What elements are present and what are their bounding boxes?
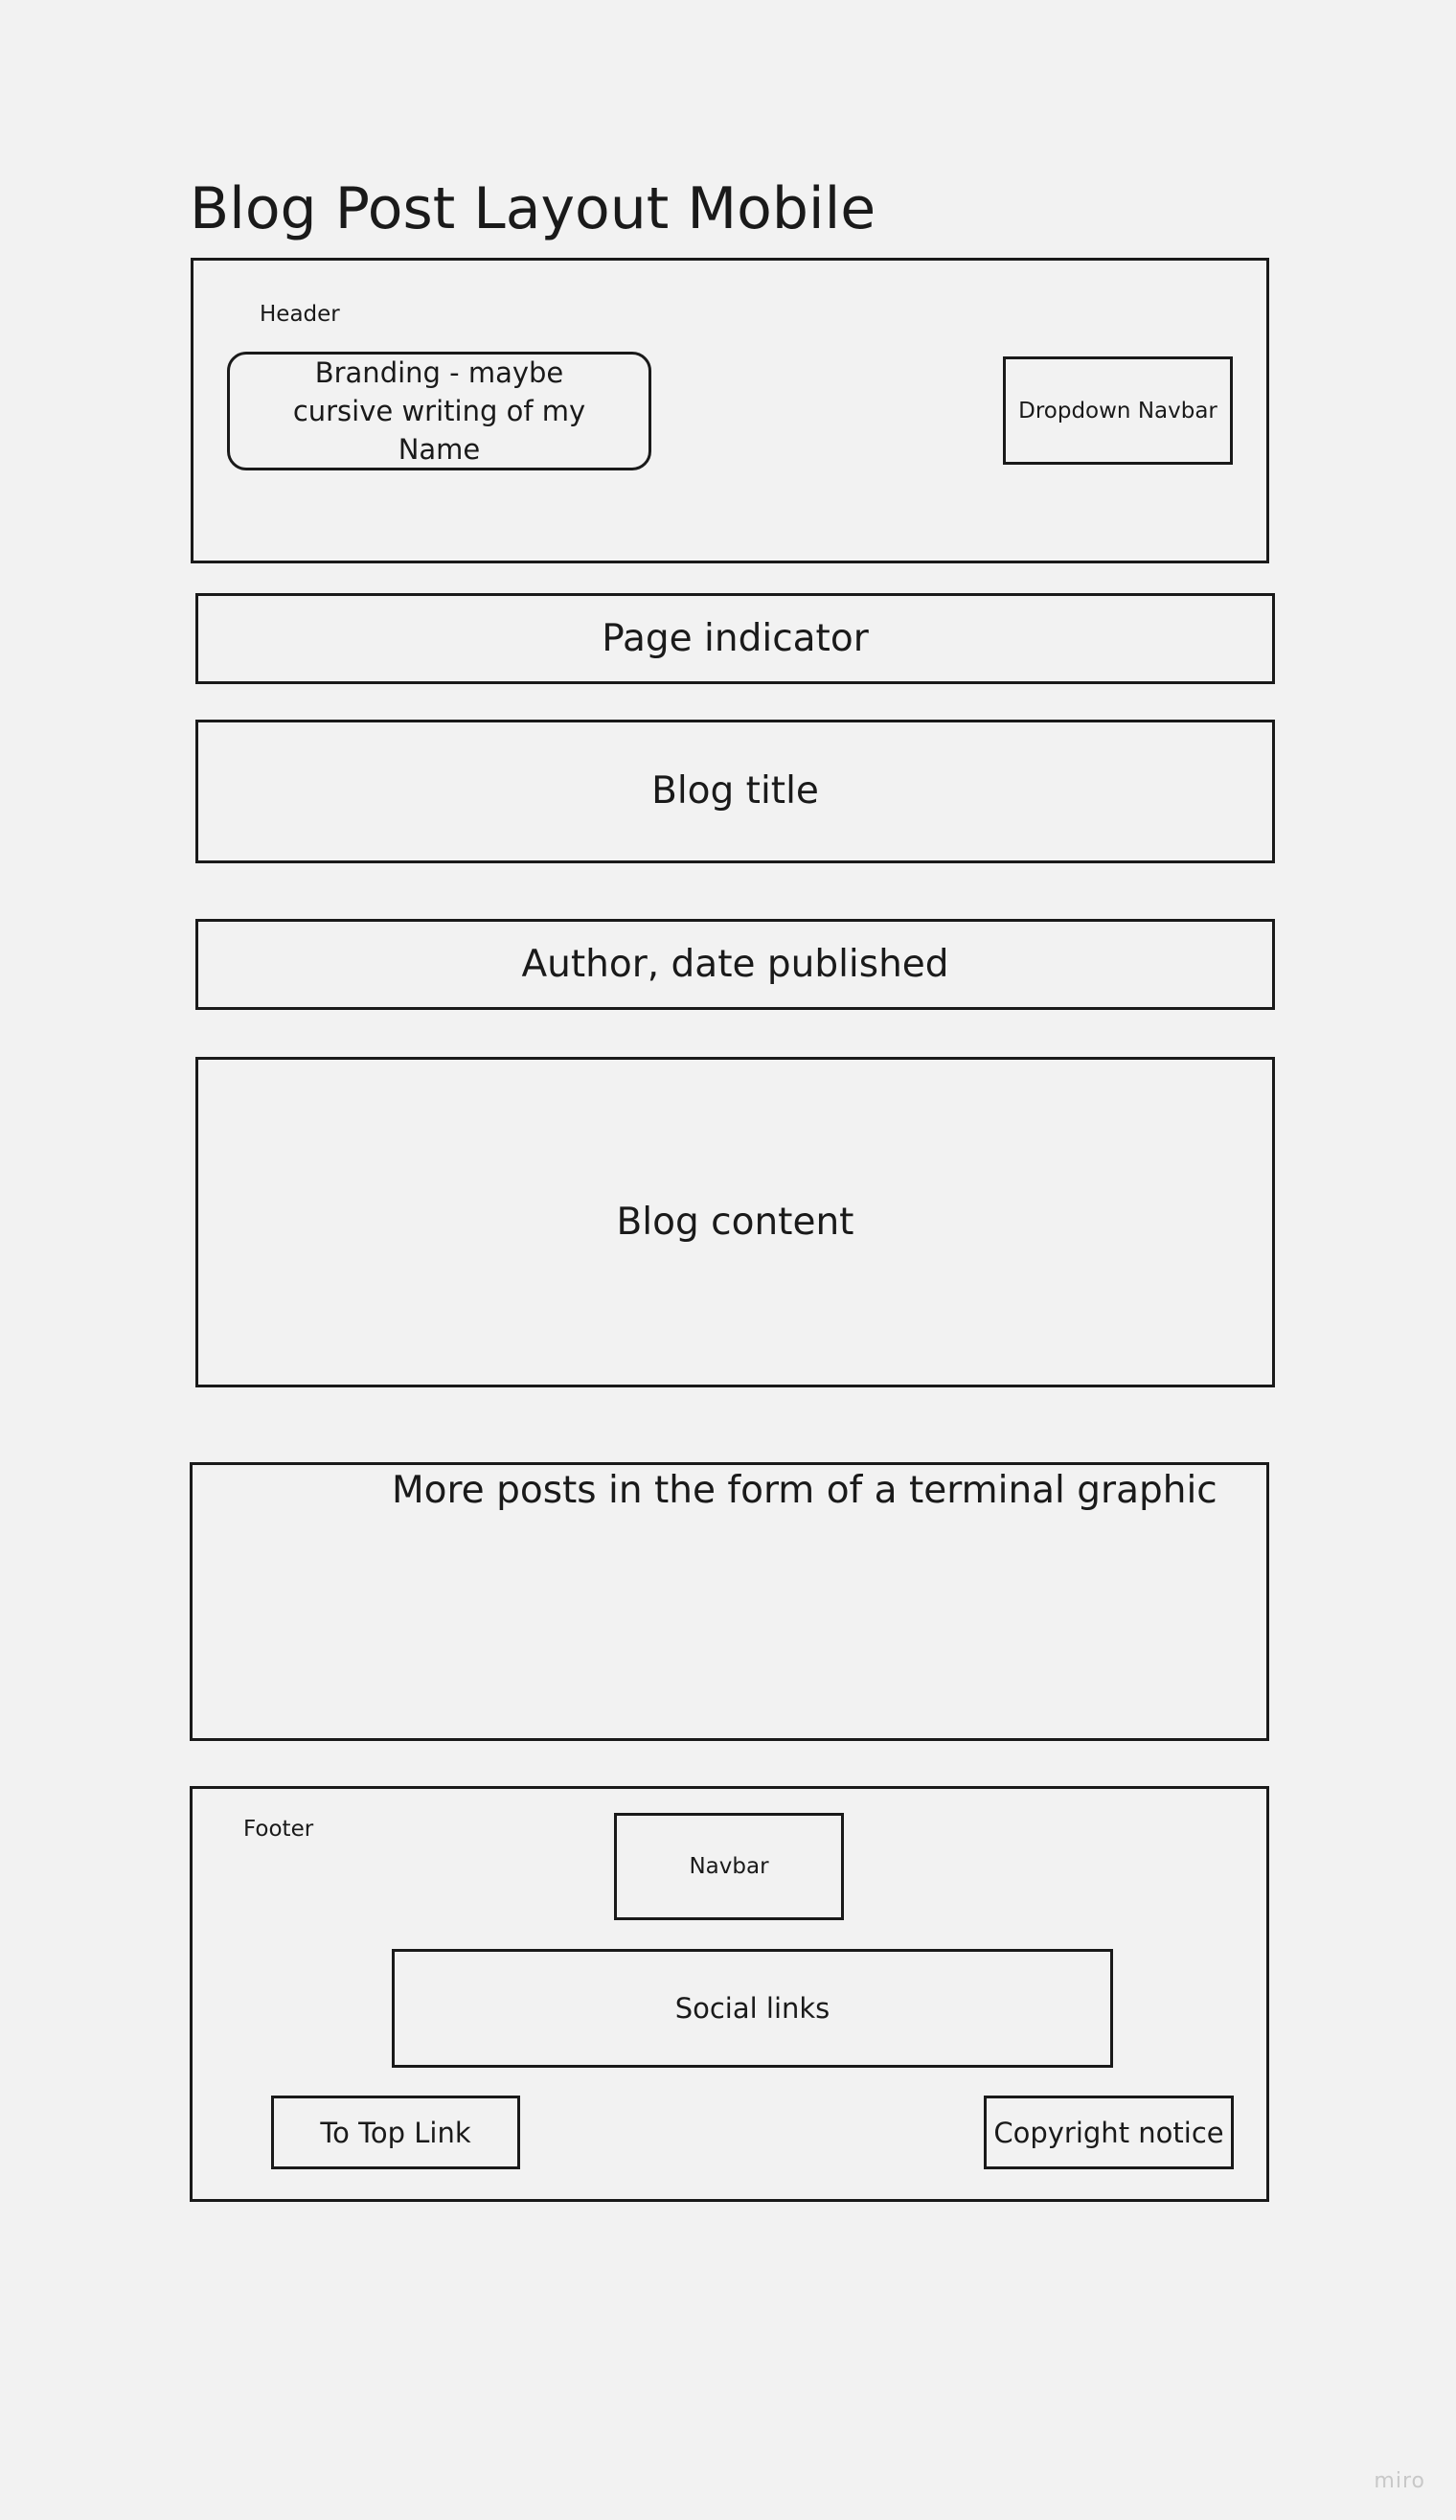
to-top-link-box: To Top Link: [271, 2096, 520, 2169]
footer-navbar-box: Navbar: [614, 1813, 844, 1920]
more-posts-box: More posts in the form of a terminal gra…: [190, 1462, 1269, 1741]
blog-content-box: Blog content: [195, 1057, 1275, 1387]
author-date-box: Author, date published: [195, 919, 1275, 1010]
more-posts-label: More posts in the form of a terminal gra…: [392, 1469, 1217, 1512]
page-indicator-box: Page indicator: [195, 593, 1275, 684]
branding-box: Branding - maybe cursive writing of my N…: [227, 352, 651, 470]
social-links-box: Social links: [392, 1949, 1113, 2068]
dropdown-navbar-box: Dropdown Navbar: [1003, 356, 1233, 465]
footer-label: Footer: [243, 1817, 314, 1842]
blog-title-box: Blog title: [195, 720, 1275, 863]
miro-watermark: miro: [1374, 2469, 1425, 2493]
page-title: Blog Post Layout Mobile: [190, 175, 876, 242]
copyright-notice-box: Copyright notice: [984, 2096, 1234, 2169]
header-label: Header: [260, 302, 340, 327]
